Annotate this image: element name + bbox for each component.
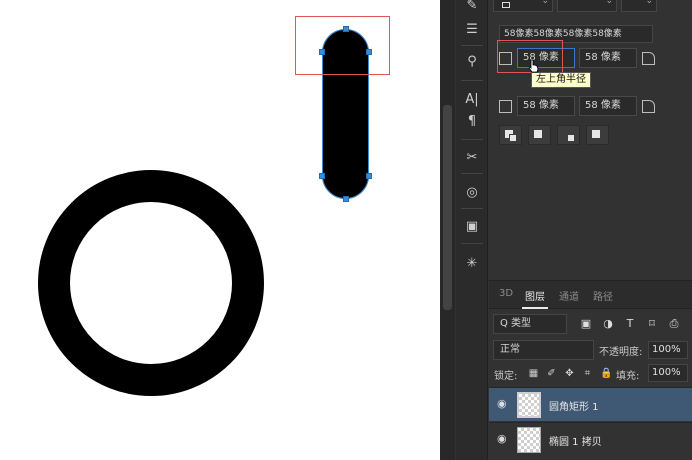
layer-row[interactable]: ◉ 圆角矩形 1 [489, 387, 692, 421]
active-tab-indicator [522, 307, 548, 309]
path-icon[interactable]: ◎ [456, 181, 488, 205]
intersect-icon [567, 134, 575, 142]
divider [461, 80, 483, 81]
smart-object-filter-icon[interactable]: ⎙ [667, 317, 681, 331]
pixel-filter-icon[interactable]: ▣ [579, 317, 593, 331]
divider [461, 139, 483, 140]
fill-label: 填充: [616, 371, 640, 382]
tools-icon[interactable]: ✂ [456, 146, 488, 170]
opacity-label: 不透明度: [599, 347, 643, 358]
lock-label: 锁定: [494, 371, 518, 382]
blend-mode-dropdown[interactable]: 正常 [493, 340, 594, 360]
layer-thumbnail [517, 392, 541, 418]
align-dropdown[interactable]: ⌄ [557, 0, 617, 12]
lock-transparency-icon[interactable]: ▦ [528, 368, 539, 379]
pen-icon[interactable]: ✎ [456, 0, 488, 18]
character-icon[interactable]: A| [456, 88, 488, 112]
tooltip: 左上角半径 [531, 72, 591, 88]
exclude-icon [592, 130, 600, 138]
layer-name[interactable]: 圆角矩形 1 [549, 398, 599, 413]
annotation-box-canvas [295, 16, 390, 75]
radius-top-right-field[interactable]: 58 像素 [579, 48, 637, 68]
layer-thumbnail [517, 427, 541, 453]
combine-icon-part [509, 134, 517, 142]
divider [461, 208, 483, 209]
divider [461, 243, 483, 244]
corner-br-icon [642, 100, 655, 113]
scrollbar-thumb[interactable] [443, 105, 452, 310]
corner-bl-icon [499, 100, 512, 113]
hand-cursor-icon [528, 59, 539, 73]
radius-bottom-left-field[interactable]: 58 像素 [517, 96, 575, 116]
eye-icon[interactable]: ◉ [497, 433, 509, 444]
corner-tr-icon [642, 52, 655, 65]
chevron-down-icon: ⌄ [645, 0, 653, 6]
layer-name[interactable]: 椭圆 1 拷贝 [549, 433, 602, 448]
frame-icon[interactable]: ▣ [456, 215, 488, 239]
subtract-icon [534, 130, 542, 138]
brush-icon[interactable]: ✳ [456, 252, 488, 276]
corner-dropdown[interactable]: ⌄ [621, 0, 657, 12]
chevron-down-icon: ⌄ [541, 0, 549, 6]
anchor-point-left-lower[interactable] [319, 173, 325, 179]
tab-3d[interactable]: 3D [499, 288, 513, 299]
document-canvas[interactable] [0, 0, 440, 460]
tab-paths[interactable]: 路径 [593, 288, 613, 303]
anchor-point-right-lower[interactable] [366, 173, 372, 179]
path-combine-button[interactable] [499, 125, 522, 145]
panel-icon-column: ✎ ☰ ⚲ A| ¶ ✂ ◎ ▣ ✳ [456, 0, 488, 460]
path-exclude-button[interactable] [586, 125, 609, 145]
lock-position-icon[interactable]: ✥ [564, 368, 575, 379]
divider [461, 45, 483, 46]
tab-channels[interactable]: 通道 [559, 288, 579, 303]
ellipse-ring-shape[interactable] [38, 170, 264, 396]
lock-pixels-icon[interactable]: ✐ [546, 368, 557, 379]
lock-artboard-icon[interactable]: ⌗ [582, 368, 593, 379]
lock-icon[interactable]: 🔒 [600, 368, 612, 379]
stroke-swatch [502, 2, 510, 8]
path-intersect-button[interactable] [557, 125, 580, 145]
layer-row[interactable]: ◉ 椭圆 1 拷贝 [489, 422, 692, 456]
tab-layers[interactable]: 图层 [525, 288, 545, 303]
stroke-type-dropdown[interactable]: ⌄ [493, 0, 553, 12]
fill-input[interactable]: 100% [648, 364, 688, 382]
layers-panel: 3D 图层 通道 路径 Q 类型 ▣ ◑ T ⌑ ⎙ 正常 不透明度: 100%… [489, 280, 692, 460]
radius-bottom-right-field[interactable]: 58 像素 [579, 96, 637, 116]
adjustment-filter-icon[interactable]: ◑ [601, 317, 615, 331]
shape-filter-icon[interactable]: ⌑ [645, 317, 659, 331]
type-filter-icon[interactable]: T [623, 317, 637, 331]
opacity-input[interactable]: 100% [648, 341, 688, 359]
eye-icon[interactable]: ◉ [497, 398, 509, 409]
sliders-icon[interactable]: ☰ [456, 18, 488, 42]
stamp-icon[interactable]: ⚲ [456, 50, 488, 74]
layer-filter-dropdown[interactable]: Q 类型 [493, 314, 567, 334]
anchor-point-bottom[interactable] [343, 196, 349, 202]
layers-tabs: 3D 图层 通道 路径 [489, 281, 692, 309]
photoshop-workspace: ✎ ☰ ⚲ A| ¶ ✂ ◎ ▣ ✳ ⌄ ⌄ ⌄ 58像素58像素58像素58像… [0, 0, 692, 460]
paragraph-icon[interactable]: ¶ [456, 110, 488, 134]
chevron-down-icon: ⌄ [605, 0, 613, 6]
path-subtract-button[interactable] [528, 125, 551, 145]
divider [461, 173, 483, 174]
